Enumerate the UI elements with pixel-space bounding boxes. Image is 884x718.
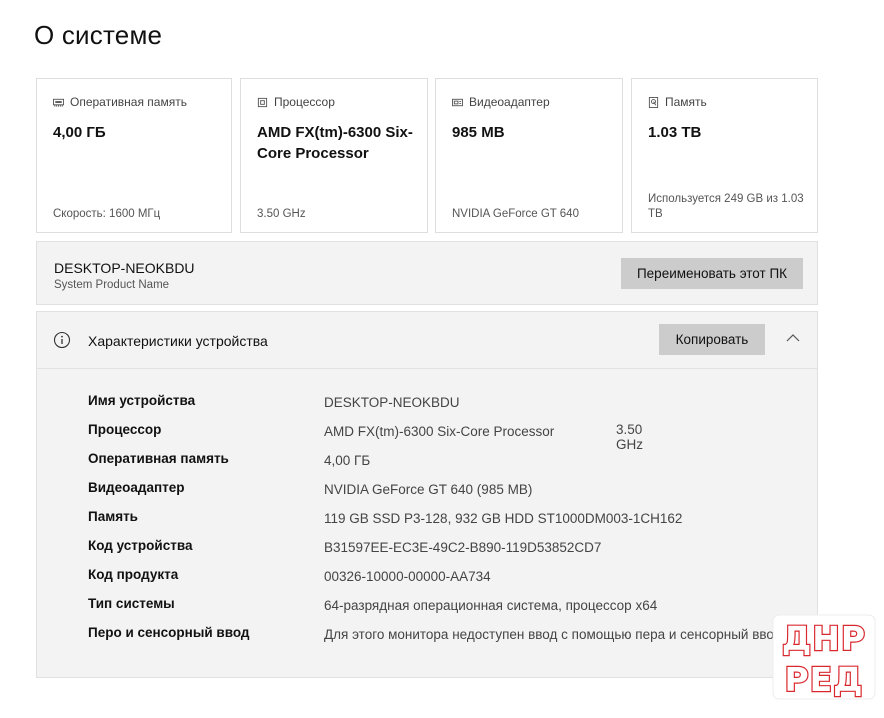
ram-card-value: 4,00 ГБ (53, 124, 106, 141)
spec-label: Код продукта (88, 567, 179, 582)
watermark-logo: ДНР РЕД (772, 614, 876, 700)
gpu-card-label: Видеоадаптер (469, 95, 550, 109)
cpu-icon (257, 97, 268, 107)
ram-icon (53, 98, 64, 107)
cpu-card-value: AMD FX(tm)-6300 Six-Core Processor (257, 124, 413, 162)
spec-label: Процессор (88, 422, 162, 437)
gpu-card-value: 985 MB (452, 124, 505, 141)
info-icon (53, 331, 71, 349)
cpu-card: Процессор AMD FX(tm)-6300 Six-Core Proce… (240, 78, 428, 233)
device-model: System Product Name (54, 279, 170, 291)
spec-value: NVIDIA GeForce GT 640 (985 MB) (324, 482, 533, 497)
device-name-panel: DESKTOP-NEOKBDU System Product Name Пере… (36, 241, 818, 305)
spec-value: AMD FX(tm)-6300 Six-Core Processor (324, 424, 555, 439)
ram-card-label: Оперативная память (70, 95, 187, 109)
storage-card-label: Память (665, 95, 707, 109)
spec-value: DESKTOP-NEOKBDU (324, 395, 460, 410)
spec-label: Код устройства (88, 538, 193, 553)
copy-button[interactable]: Копировать (659, 324, 765, 355)
page-title: О системе (34, 20, 163, 50)
spec-value: 00326-10000-00000-AA734 (324, 569, 491, 584)
spec-label: Память (88, 509, 138, 524)
ram-card-footer: Скорость: 1600 МГц (53, 208, 161, 220)
svg-text:ДНР: ДНР (782, 619, 866, 658)
ram-card: Оперативная память 4,00 ГБ Скорость: 160… (36, 78, 232, 233)
spec-label: Оперативная память (88, 451, 229, 466)
device-name: DESKTOP-NEOKBDU (54, 260, 195, 276)
spec-value: 64-разрядная операционная система, проце… (324, 598, 658, 613)
device-specs-panel: Характеристики устройства Копировать Имя… (36, 311, 818, 678)
gpu-card: Видеоадаптер 985 MB NVIDIA GeForce GT 64… (435, 78, 623, 233)
gpu-card-footer: NVIDIA GeForce GT 640 (452, 208, 579, 220)
spec-value: 119 GB SSD P3-128, 932 GB HDD ST1000DM00… (324, 511, 683, 526)
svg-text:РЕД: РЕД (784, 660, 863, 699)
spec-label: Имя устройства (88, 393, 196, 408)
storage-card: Память 1.03 TB Используется 249 GB из 1.… (631, 78, 818, 233)
spec-value: 4,00 ГБ (324, 453, 371, 468)
spec-value: B31597EE-EC3E-49C2-B890-119D53852CD7 (324, 540, 602, 555)
rename-pc-button[interactable]: Переименовать этот ПК (621, 258, 803, 289)
spec-value: Для этого монитора недоступен ввод с пом… (324, 627, 782, 642)
spec-label: Тип системы (88, 596, 175, 611)
storage-card-value: 1.03 TB (648, 124, 702, 141)
device-specs-title: Характеристики устройства (88, 333, 268, 349)
cpu-card-label: Процессор (274, 95, 335, 109)
cpu-card-footer: 3.50 GHz (257, 208, 306, 220)
chevron-up-icon[interactable] (785, 330, 801, 346)
spec-value-cpu-speed: 3.50 GHz (616, 422, 643, 452)
device-specs-header[interactable]: Характеристики устройства Копировать (37, 312, 817, 369)
storage-icon (648, 96, 659, 108)
storage-card-footer: Используется 249 GB из 1.03 TB (648, 193, 804, 220)
spec-label: Перо и сенсорный ввод (88, 625, 250, 640)
gpu-icon (452, 98, 463, 106)
spec-label: Видеоадаптер (88, 480, 185, 495)
